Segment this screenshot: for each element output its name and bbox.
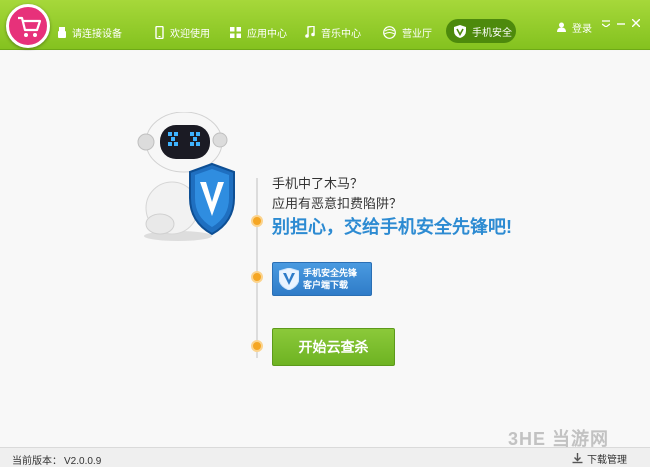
menu-button[interactable] bbox=[601, 19, 611, 30]
tab-app-center-label: 应用中心 bbox=[247, 28, 287, 40]
download-client-text: 手机安全先锋 客户端下载 bbox=[303, 267, 357, 291]
app-logo[interactable] bbox=[6, 4, 50, 48]
v-shield-icon bbox=[279, 268, 299, 290]
main-panel bbox=[0, 51, 650, 447]
timeline-dot bbox=[251, 271, 263, 283]
hall-icon bbox=[383, 25, 396, 39]
user-icon bbox=[557, 22, 566, 32]
question-trojan: 手机中了木马？ bbox=[272, 176, 364, 191]
minimize-button[interactable] bbox=[617, 19, 625, 30]
tab-welcome[interactable]: 欢迎使用 bbox=[155, 19, 210, 45]
tab-welcome-label: 欢迎使用 bbox=[170, 28, 210, 40]
v-shield-icon bbox=[454, 24, 466, 38]
tab-music-center-label: 音乐中心 bbox=[321, 28, 361, 40]
login-label: 登录 bbox=[572, 23, 592, 35]
menu-icon bbox=[601, 20, 611, 28]
download-manager-label: 下载管理 bbox=[587, 455, 627, 466]
cart-icon bbox=[18, 16, 42, 37]
version-info: 当前版本： V2.0.0.9 bbox=[10, 452, 101, 467]
connect-device-label: 请连接设备 bbox=[72, 28, 122, 40]
download-client-line1: 手机安全先锋 bbox=[303, 268, 358, 278]
download-client-line2: 客户端下载 bbox=[303, 280, 349, 290]
download-manager-button[interactable]: 下载管理 bbox=[572, 451, 627, 466]
tab-app-center[interactable]: 应用中心 bbox=[230, 19, 287, 45]
start-cloud-scan-button[interactable]: 开始云查杀 bbox=[272, 328, 395, 366]
download-icon bbox=[572, 453, 583, 464]
tab-music-center[interactable]: 音乐中心 bbox=[305, 19, 361, 45]
minimize-icon bbox=[617, 23, 625, 25]
top-bar: 请连接设备 欢迎使用 应用中心 音乐中心 营业厅 手机安全 登录 bbox=[0, 0, 650, 50]
tab-business-hall-label: 营业厅 bbox=[402, 28, 432, 40]
version-number: V2.0.0.9 bbox=[64, 456, 102, 467]
close-button[interactable] bbox=[631, 18, 641, 30]
close-icon bbox=[631, 18, 641, 28]
music-note-icon bbox=[305, 26, 315, 38]
tab-phone-security[interactable]: 手机安全 bbox=[446, 19, 516, 43]
version-label: 当前版本： bbox=[12, 456, 62, 467]
status-bar: 当前版本： V2.0.0.9 下载管理 bbox=[0, 447, 650, 467]
timeline-dot bbox=[251, 340, 263, 352]
robot-mascot-image bbox=[137, 112, 235, 241]
tab-phone-security-label: 手机安全 bbox=[472, 27, 512, 39]
login-link[interactable]: 登录 bbox=[557, 14, 592, 40]
connect-device-item[interactable]: 请连接设备 bbox=[58, 19, 122, 45]
tab-business-hall[interactable]: 营业厅 bbox=[383, 19, 432, 45]
phone-icon bbox=[155, 25, 164, 39]
apps-icon bbox=[230, 26, 241, 38]
usb-icon bbox=[58, 26, 66, 38]
headline: 别担心，交给手机安全先锋吧! bbox=[272, 217, 512, 237]
download-client-button[interactable]: 手机安全先锋 客户端下载 bbox=[272, 262, 372, 296]
timeline-line bbox=[256, 178, 258, 358]
question-malicious-fee: 应用有恶意扣费陷阱？ bbox=[272, 196, 403, 211]
timeline-dot bbox=[251, 215, 263, 227]
